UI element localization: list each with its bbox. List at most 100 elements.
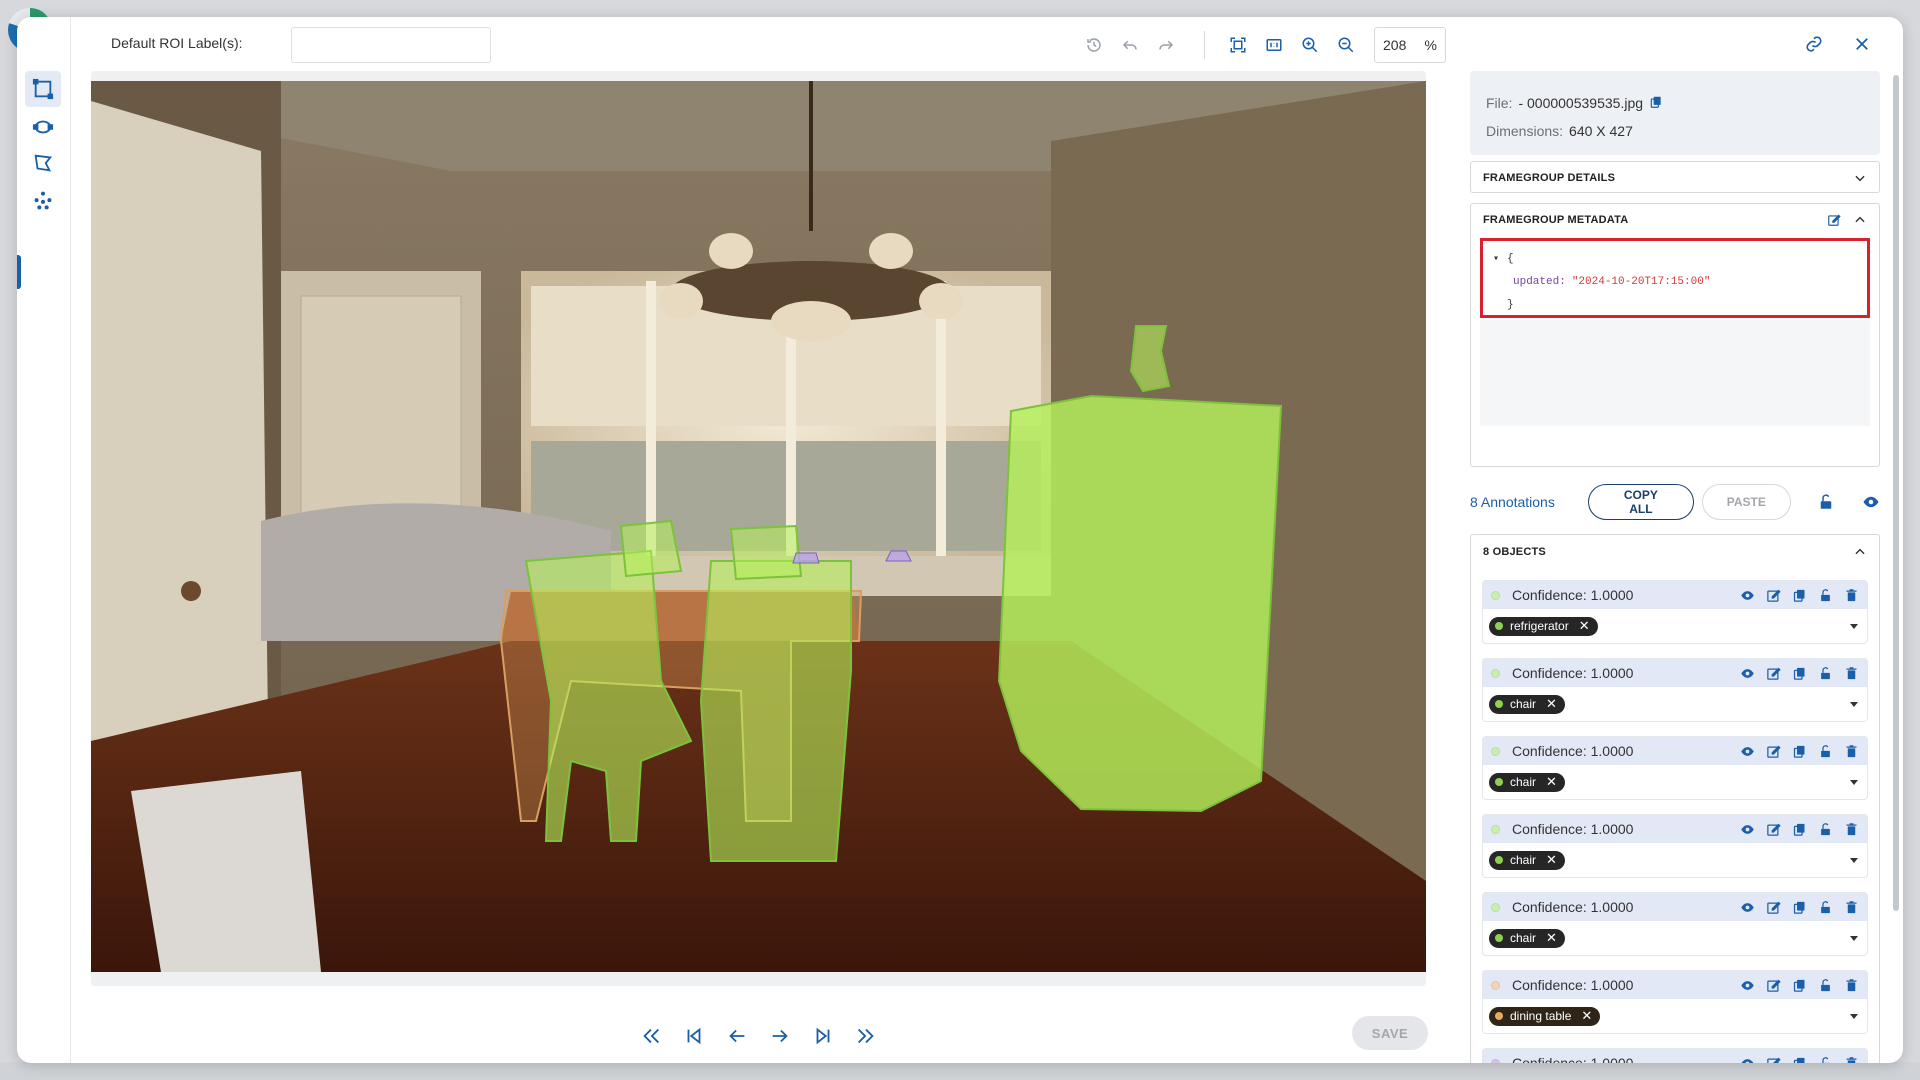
edit-icon[interactable]	[1766, 588, 1781, 603]
close-button[interactable]	[1851, 33, 1873, 55]
label-dropdown-button[interactable]	[1847, 853, 1861, 867]
lock-open-icon[interactable]	[1818, 744, 1833, 759]
edit-icon[interactable]	[1766, 1056, 1781, 1064]
share-link-button[interactable]	[1803, 33, 1825, 55]
copy-icon[interactable]	[1792, 900, 1807, 915]
annotated-image[interactable]	[91, 81, 1426, 972]
copy-all-button[interactable]: COPY ALL	[1588, 484, 1694, 520]
objects-header[interactable]: 8 OBJECTS	[1471, 535, 1879, 569]
framegroup-details-header[interactable]: FRAMEGROUP DETAILS	[1471, 162, 1879, 194]
lock-open-icon[interactable]	[1818, 900, 1833, 915]
remove-label-icon[interactable]: ✕	[1579, 618, 1590, 634]
copy-icon[interactable]	[1792, 588, 1807, 603]
metadata-json-viewer[interactable]: ▾ { updated: "2024-10-20T17:15:00" }	[1480, 238, 1870, 318]
reset-button[interactable]	[1081, 32, 1107, 58]
label-dropdown-button[interactable]	[1847, 931, 1861, 945]
eye-icon[interactable]	[1740, 588, 1755, 603]
chevron-up-icon[interactable]	[1853, 545, 1867, 559]
edit-icon[interactable]	[1766, 744, 1781, 759]
framegroup-metadata-header[interactable]: FRAMEGROUP METADATA	[1471, 204, 1879, 236]
zoom-in-button[interactable]	[1297, 32, 1323, 58]
eye-icon[interactable]	[1740, 822, 1755, 837]
trash-icon[interactable]	[1844, 900, 1859, 915]
label-tag[interactable]: dining table ✕	[1489, 1006, 1601, 1026]
eye-icon[interactable]	[1740, 666, 1755, 681]
edit-icon[interactable]	[1827, 213, 1841, 227]
trash-icon[interactable]	[1844, 978, 1859, 993]
annotation-object-card[interactable]: Confidence: 1.0000 refrigerator ✕	[1483, 581, 1867, 643]
remove-label-icon[interactable]: ✕	[1546, 696, 1557, 712]
keypoint-tool[interactable]	[25, 183, 61, 219]
annotation-object-card[interactable]: Confidence: 1.0000 dining table ✕	[1483, 971, 1867, 1033]
trash-icon[interactable]	[1844, 822, 1859, 837]
copy-icon[interactable]	[1792, 666, 1807, 681]
last-frame-button[interactable]	[852, 1022, 880, 1050]
copy-icon[interactable]	[1792, 1056, 1807, 1064]
trash-icon[interactable]	[1844, 1056, 1859, 1064]
paste-button[interactable]: PASTE	[1701, 484, 1791, 520]
fit-screen-button[interactable]	[1225, 32, 1251, 58]
lock-open-icon[interactable]	[1818, 588, 1833, 603]
annotation-object-card[interactable]: Confidence: 1.0000 ✕	[1483, 1049, 1867, 1063]
annotation-object-card[interactable]: Confidence: 1.0000 chair ✕	[1483, 815, 1867, 877]
copy-icon[interactable]	[1792, 978, 1807, 993]
trash-icon[interactable]	[1844, 588, 1859, 603]
label-dropdown-button[interactable]	[1847, 619, 1861, 633]
copy-filename-button[interactable]	[1649, 95, 1663, 112]
collapse-json-icon[interactable]: ▾	[1493, 253, 1499, 265]
label-dropdown-button[interactable]	[1847, 697, 1861, 711]
label-tag[interactable]: refrigerator ✕	[1489, 616, 1598, 636]
eye-icon[interactable]	[1740, 1056, 1755, 1064]
undo-button[interactable]	[1117, 32, 1143, 58]
copy-icon[interactable]	[1792, 744, 1807, 759]
eye-icon[interactable]	[1740, 900, 1755, 915]
edit-icon[interactable]	[1766, 822, 1781, 837]
annotation-object-card[interactable]: Confidence: 1.0000 chair ✕	[1483, 893, 1867, 955]
lock-all-button[interactable]	[1817, 492, 1836, 512]
zoom-level-field[interactable]: 208 %	[1374, 27, 1446, 63]
label-dropdown-button[interactable]	[1847, 775, 1861, 789]
remove-label-icon[interactable]: ✕	[1546, 852, 1557, 868]
actual-size-button[interactable]	[1261, 32, 1287, 58]
edit-icon[interactable]	[1766, 666, 1781, 681]
chevron-up-icon[interactable]	[1853, 213, 1867, 227]
lock-open-icon[interactable]	[1818, 666, 1833, 681]
label-dropdown-button[interactable]	[1847, 1009, 1861, 1023]
panel-scrollbar[interactable]	[1893, 75, 1899, 911]
next-group-button[interactable]	[809, 1022, 837, 1050]
label-tag[interactable]: chair ✕	[1489, 928, 1565, 948]
remove-label-icon[interactable]: ✕	[1546, 774, 1557, 790]
image-canvas-area[interactable]	[91, 71, 1426, 986]
eye-icon[interactable]	[1740, 978, 1755, 993]
edit-icon[interactable]	[1766, 900, 1781, 915]
polygon-tool[interactable]	[25, 145, 61, 181]
first-frame-button[interactable]	[637, 1022, 665, 1050]
annotation-object-card[interactable]: Confidence: 1.0000 chair ✕	[1483, 659, 1867, 721]
trash-icon[interactable]	[1844, 666, 1859, 681]
next-frame-button[interactable]	[766, 1022, 794, 1050]
label-tag[interactable]: chair ✕	[1489, 772, 1565, 792]
label-tag[interactable]: chair ✕	[1489, 850, 1565, 870]
label-tag[interactable]: chair ✕	[1489, 694, 1565, 714]
remove-label-icon[interactable]: ✕	[1546, 930, 1557, 946]
lock-open-icon[interactable]	[1818, 978, 1833, 993]
lock-open-icon[interactable]	[1818, 822, 1833, 837]
remove-label-icon[interactable]: ✕	[1581, 1008, 1592, 1024]
previous-frame-button[interactable]	[723, 1022, 751, 1050]
redo-button[interactable]	[1153, 32, 1179, 58]
framegroup-details-section[interactable]: FRAMEGROUP DETAILS	[1470, 161, 1880, 193]
previous-group-button[interactable]	[680, 1022, 708, 1050]
ellipse-tool[interactable]	[25, 109, 61, 145]
trash-icon[interactable]	[1844, 744, 1859, 759]
roi-label-input[interactable]	[291, 27, 491, 63]
caret-down-icon	[1850, 858, 1858, 863]
toggle-visibility-button[interactable]	[1861, 492, 1880, 512]
annotation-object-card[interactable]: Confidence: 1.0000 chair ✕	[1483, 737, 1867, 799]
lock-open-icon[interactable]	[1818, 1056, 1833, 1064]
zoom-out-button[interactable]	[1333, 32, 1359, 58]
copy-icon[interactable]	[1792, 822, 1807, 837]
save-button[interactable]: SAVE	[1352, 1016, 1428, 1050]
edit-icon[interactable]	[1766, 978, 1781, 993]
eye-icon[interactable]	[1740, 744, 1755, 759]
rectangle-tool[interactable]	[25, 71, 61, 107]
